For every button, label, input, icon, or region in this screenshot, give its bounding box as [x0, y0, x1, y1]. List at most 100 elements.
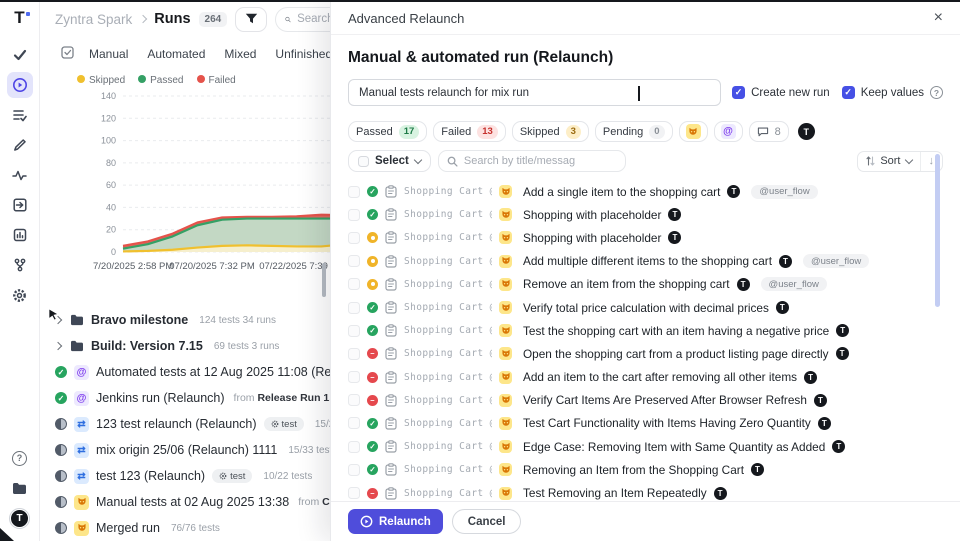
- filter-chip-passed[interactable]: Passed17: [348, 121, 427, 142]
- test-row[interactable]: ✓Shopping Cart @...Test Cart Functionali…: [348, 412, 943, 435]
- test-checkbox[interactable]: [348, 441, 360, 453]
- breadcrumb-app[interactable]: Zyntra Spark: [55, 12, 132, 27]
- expand-chevron-icon[interactable]: [55, 343, 63, 349]
- checkbox-checked[interactable]: ✓: [732, 86, 745, 99]
- cancel-button[interactable]: Cancel: [452, 509, 522, 534]
- run-name[interactable]: test 123 (Relaunch): [96, 469, 205, 483]
- run-name[interactable]: Manual tests at 02 Aug 2025 13:38: [96, 495, 289, 509]
- run-name[interactable]: Bravo milestone: [91, 313, 188, 327]
- test-checkbox[interactable]: [348, 394, 360, 406]
- branch-icon[interactable]: [7, 252, 33, 278]
- pencil-icon[interactable]: [7, 132, 33, 158]
- test-checkbox[interactable]: [348, 417, 360, 429]
- test-row[interactable]: ✓Shopping Cart @...Add a single item to …: [348, 180, 943, 203]
- test-row[interactable]: ✓Shopping Cart @...Verify total price ca…: [348, 296, 943, 319]
- help-circle-icon[interactable]: ?: [930, 86, 943, 99]
- test-name[interactable]: Verify total price calculation with deci…: [523, 301, 769, 315]
- test-name[interactable]: Test the shopping cart with an item havi…: [523, 324, 829, 338]
- tests-search-input[interactable]: Search by title/messag: [438, 150, 626, 172]
- tab-unfinished[interactable]: Unfinished: [275, 47, 332, 61]
- test-name[interactable]: Test Cart Functionality with Items Havin…: [523, 416, 811, 430]
- run-row[interactable]: ✓@Automated tests at 12 Aug 2025 11:08 (…: [47, 359, 365, 385]
- owner-avatar[interactable]: T: [798, 123, 815, 140]
- option-create-new-run[interactable]: ✓Create new run: [732, 86, 830, 99]
- runs-play-circle-icon[interactable]: [7, 72, 33, 98]
- run-name[interactable]: mix origin 25/06 (Relaunch) 1111: [96, 443, 277, 457]
- test-row[interactable]: ✓Shopping Cart @...Removing an Item from…: [348, 458, 943, 481]
- test-name[interactable]: Shopping with placeholder: [523, 231, 661, 245]
- settings-gear-icon[interactable]: [7, 282, 33, 308]
- select-all-checkbox[interactable]: [358, 156, 369, 167]
- test-row[interactable]: −Shopping Cart @...Verify Cart Items Are…: [348, 389, 943, 412]
- run-title-input[interactable]: Manual tests relaunch for mix run: [348, 79, 721, 106]
- filter-chip-pending[interactable]: Pending0: [595, 121, 673, 142]
- relaunch-button[interactable]: Relaunch: [348, 509, 443, 534]
- select-all-icon[interactable]: [61, 46, 74, 62]
- run-row[interactable]: ⇄mix origin 25/06 (Relaunch) 111115/33 t…: [47, 437, 365, 463]
- test-checkbox[interactable]: [348, 302, 360, 314]
- tab-mixed[interactable]: Mixed: [224, 47, 256, 61]
- test-row[interactable]: −Shopping Cart @...Open the shopping car…: [348, 342, 943, 365]
- test-checkbox[interactable]: [348, 278, 360, 290]
- test-checkbox[interactable]: [348, 464, 360, 476]
- run-row[interactable]: Manual tests at 02 Aug 2025 13:38from Cu…: [47, 489, 365, 515]
- report-icon[interactable]: [7, 222, 33, 248]
- test-checkbox[interactable]: [348, 348, 360, 360]
- results-check-icon[interactable]: [7, 42, 33, 68]
- tab-manual[interactable]: Manual: [89, 47, 128, 61]
- filter-chip-comments[interactable]: 8: [749, 121, 789, 142]
- run-row[interactable]: ⇄test 123 (Relaunch)test10/22 tests: [47, 463, 365, 489]
- run-row[interactable]: ✓@Jenkins run (Relaunch)from Release Run…: [47, 385, 365, 411]
- run-row[interactable]: Merged run76/76 tests: [47, 515, 365, 541]
- test-checkbox[interactable]: [348, 209, 360, 221]
- test-name[interactable]: Remove an item from the shopping cart: [523, 277, 730, 291]
- filter-chip-manual[interactable]: [679, 121, 708, 142]
- activity-pulse-icon[interactable]: [7, 162, 33, 188]
- test-name[interactable]: Edge Case: Removing Item with Same Quant…: [523, 440, 825, 454]
- test-checkbox[interactable]: [348, 325, 360, 337]
- run-name[interactable]: Automated tests at 12 Aug 2025 11:08 (Re…: [96, 365, 365, 379]
- test-name[interactable]: Removing an Item from the Shopping Cart: [523, 463, 744, 477]
- close-icon[interactable]: ×: [934, 10, 943, 26]
- sort-button[interactable]: Sort: [858, 152, 920, 171]
- projects-folder-icon[interactable]: [7, 475, 33, 501]
- test-name[interactable]: Shopping with placeholder: [523, 208, 661, 222]
- help-icon[interactable]: ?: [7, 445, 33, 471]
- test-row[interactable]: Shopping Cart @...Add multiple different…: [348, 250, 943, 273]
- list-check-icon[interactable]: [7, 102, 33, 128]
- run-row[interactable]: ⇄123 test relaunch (Relaunch)test15/23 t…: [47, 411, 365, 437]
- test-checkbox[interactable]: [348, 371, 360, 383]
- checkbox-checked[interactable]: ✓: [842, 86, 855, 99]
- filter-chip-skipped[interactable]: Skipped3: [512, 121, 589, 142]
- test-row[interactable]: ✓Shopping Cart @...Test the shopping car…: [348, 319, 943, 342]
- run-name[interactable]: 123 test relaunch (Relaunch): [96, 417, 257, 431]
- test-name[interactable]: Open the shopping cart from a product li…: [523, 347, 829, 361]
- import-box-icon[interactable]: [7, 192, 33, 218]
- test-row[interactable]: Shopping Cart @...Remove an item from th…: [348, 273, 943, 296]
- test-row[interactable]: ✓Shopping Cart @...Edge Case: Removing I…: [348, 435, 943, 458]
- test-row[interactable]: −Shopping Cart @...Add an item to the ca…: [348, 366, 943, 389]
- test-name[interactable]: Add multiple different items to the shop…: [523, 254, 772, 268]
- run-name[interactable]: Jenkins run (Relaunch): [96, 391, 225, 405]
- test-name[interactable]: Add an item to the cart after removing a…: [523, 370, 797, 384]
- test-checkbox[interactable]: [348, 255, 360, 267]
- option-keep-values[interactable]: ✓Keep values?: [842, 86, 943, 99]
- filter-button[interactable]: [235, 7, 267, 32]
- test-name[interactable]: Test Removing an Item Repeatedly: [523, 486, 707, 500]
- test-name[interactable]: Verify Cart Items Are Preserved After Br…: [523, 393, 807, 407]
- filter-chip-failed[interactable]: Failed13: [433, 121, 506, 142]
- brand-logo[interactable]: T: [14, 9, 24, 26]
- test-row[interactable]: Shopping Cart @...Shopping with placehol…: [348, 226, 943, 249]
- run-name[interactable]: Build: Version 7.15: [91, 339, 203, 353]
- test-name[interactable]: Add a single item to the shopping cart: [523, 185, 720, 199]
- run-row[interactable]: Bravo milestone124 tests 34 runs: [47, 307, 365, 333]
- filter-chip-automated[interactable]: @: [714, 121, 743, 142]
- test-checkbox[interactable]: [348, 232, 360, 244]
- tab-automated[interactable]: Automated: [147, 47, 205, 61]
- test-checkbox[interactable]: [348, 186, 360, 198]
- run-name[interactable]: Merged run: [96, 521, 160, 535]
- modal-scrollbar[interactable]: [935, 154, 940, 307]
- select-dropdown[interactable]: Select: [348, 150, 431, 172]
- test-row[interactable]: ✓Shopping Cart @...Shopping with placeho…: [348, 203, 943, 226]
- run-row[interactable]: Build: Version 7.1569 tests 3 runs: [47, 333, 365, 359]
